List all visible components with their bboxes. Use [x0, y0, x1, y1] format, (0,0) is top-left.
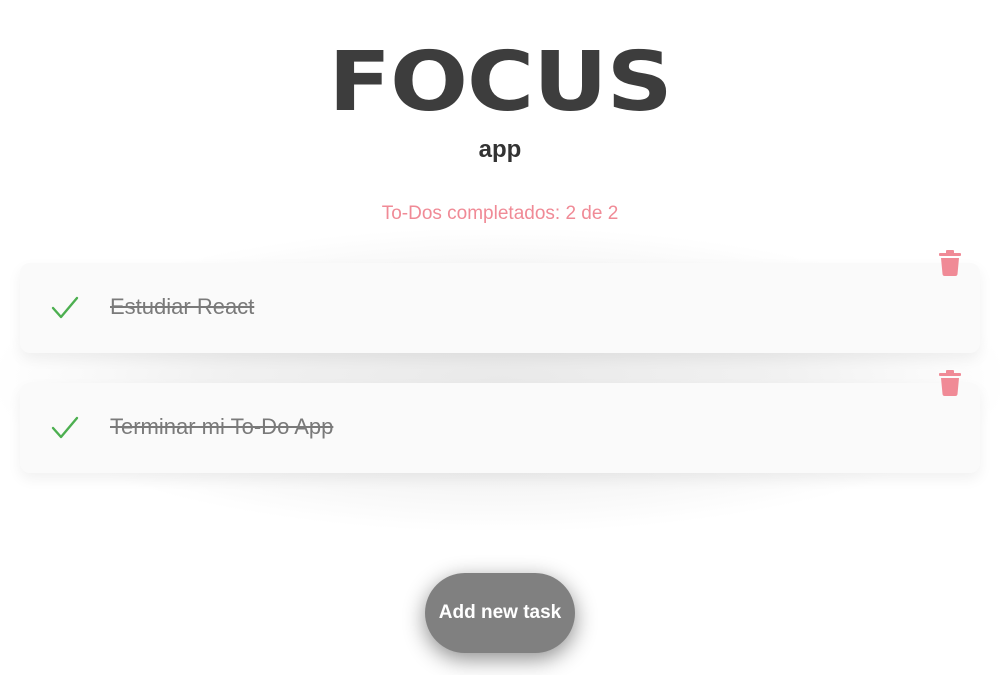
add-task-button[interactable]: Add new task: [425, 573, 575, 653]
trash-icon[interactable]: [939, 250, 961, 276]
trash-icon[interactable]: [939, 370, 961, 396]
todo-counter: To-Dos completados: 2 de 2: [381, 203, 619, 224]
app-subtitle: app: [478, 136, 522, 163]
app-page: FOCUS app To-Dos completados: 2 de 2 Est…: [0, 0, 1006, 675]
todo-item[interactable]: Terminar mi To-Do App: [20, 383, 980, 473]
check-icon[interactable]: [50, 414, 80, 442]
check-icon[interactable]: [50, 294, 80, 322]
todo-text: Estudiar React: [110, 294, 255, 319]
todo-text: Terminar mi To-Do App: [110, 414, 334, 439]
app-logo: FOCUS: [328, 35, 672, 130]
todo-item[interactable]: Estudiar React: [20, 263, 980, 353]
